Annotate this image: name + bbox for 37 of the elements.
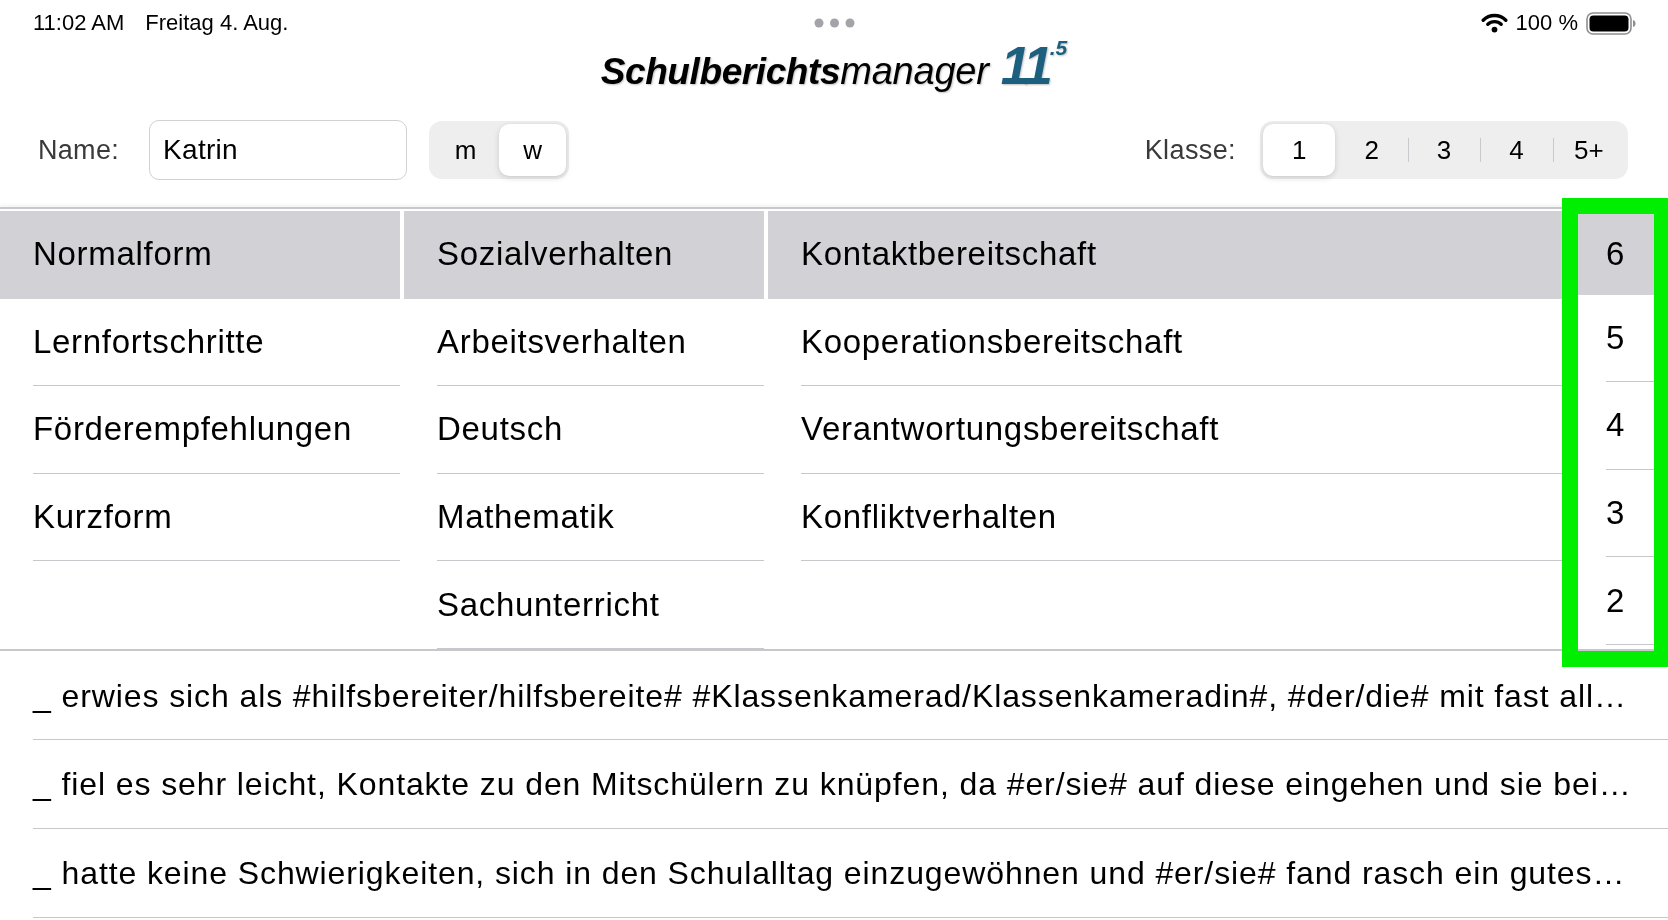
phrase-item[interactable]: _ hatte keine Schwierigkeiten, sich in den Schulalltag einzugewöhnen und #er/sie# fand rasch ein gutes… [0, 829, 1668, 918]
list-item[interactable]: Kontaktbereitschaft [768, 211, 1562, 299]
gender-option[interactable]: w [499, 124, 567, 176]
list-item[interactable]: Konfliktverhalten [768, 473, 1562, 562]
wifi-icon [1480, 13, 1508, 33]
name-field[interactable]: Katrin [149, 120, 408, 180]
phrase-item[interactable]: _ fiel es sehr leicht, Kontakte zu den Mitschülern zu knüpfen, da #er/sie# auf diese eingehen und sie bei… [0, 740, 1668, 829]
grade-item[interactable]: 4 [1578, 382, 1654, 470]
list-item[interactable]: Sozialverhalten [404, 211, 764, 299]
battery-icon [1586, 11, 1636, 35]
grade-item[interactable]: 2 [1578, 557, 1654, 645]
list-item[interactable]: Mathematik [404, 473, 764, 562]
list-item[interactable]: Lernfortschritte [0, 298, 400, 387]
more-dots-icon[interactable] [814, 18, 855, 28]
list-item[interactable]: Normalform [0, 211, 400, 299]
class-option[interactable]: 5+ [1552, 124, 1626, 176]
gender-option[interactable]: m [432, 124, 500, 176]
list-item[interactable]: Arbeitsverhalten [404, 298, 764, 387]
grade-item[interactable]: 6 [1578, 214, 1654, 295]
list-item[interactable]: Sachunterricht [404, 561, 764, 649]
list-item[interactable]: Kurzform [0, 473, 400, 562]
class-option[interactable]: 2 [1335, 124, 1408, 176]
battery-percent: 100 % [1515, 10, 1578, 36]
grade-item[interactable]: 3 [1578, 469, 1654, 558]
grade-item[interactable]: 5 [1578, 294, 1654, 383]
list-item[interactable]: Förderempfehlungen [0, 386, 400, 474]
class-option[interactable]: 4 [1480, 124, 1553, 176]
status-date: Freitag 4. Aug. [145, 10, 289, 36]
status-time: 11:02 AM [33, 10, 125, 36]
list-item[interactable]: Deutsch [404, 386, 764, 474]
list-item[interactable]: Kooperationsbereitschaft [768, 298, 1562, 387]
class-option[interactable]: 1 [1263, 124, 1336, 176]
phrase-item[interactable]: _ erwies sich als #hilfsbereiter/hilfsbereite# #Klassenkamerad/Klassenkameradin#, #der/die# mit fast all… [0, 665, 1668, 740]
name-label: Name: [38, 134, 120, 166]
class-option[interactable]: 3 [1407, 124, 1481, 176]
list-item[interactable]: Verantwortungsbereitschaft [768, 386, 1562, 474]
class-label: Klasse: [1144, 134, 1236, 166]
